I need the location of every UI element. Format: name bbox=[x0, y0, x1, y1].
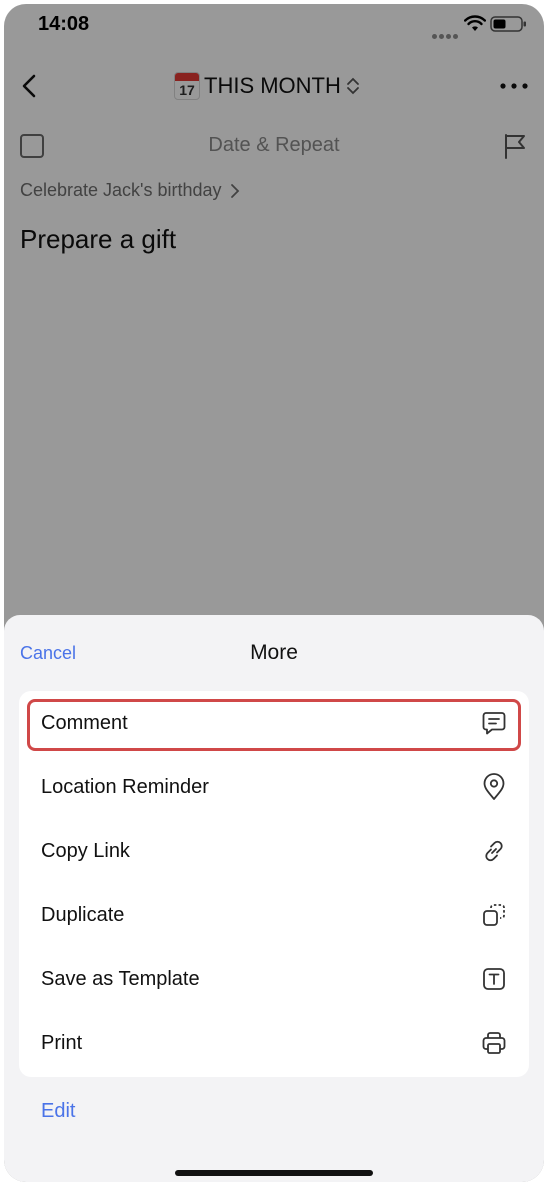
location-pin-icon bbox=[479, 772, 509, 802]
menu-item-copy-link[interactable]: Copy Link bbox=[19, 819, 529, 883]
menu-item-print[interactable]: Print bbox=[19, 1011, 529, 1075]
link-icon bbox=[479, 836, 509, 866]
menu-card: Comment Location Reminder Copy Link Dupl… bbox=[19, 691, 529, 1077]
menu-item-label: Comment bbox=[41, 711, 128, 734]
more-action-sheet: Cancel More Comment Location Reminder Co… bbox=[4, 615, 544, 1182]
sheet-title: More bbox=[250, 641, 298, 664]
menu-item-comment[interactable]: Comment bbox=[19, 691, 529, 755]
sheet-header: Cancel More bbox=[4, 615, 544, 691]
menu-item-location-reminder[interactable]: Location Reminder bbox=[19, 755, 529, 819]
menu-item-label: Location Reminder bbox=[41, 775, 209, 798]
printer-icon bbox=[479, 1028, 509, 1058]
comment-icon bbox=[479, 708, 509, 738]
menu-item-label: Print bbox=[41, 1031, 83, 1054]
menu-item-duplicate[interactable]: Duplicate bbox=[19, 883, 529, 947]
duplicate-icon bbox=[479, 900, 509, 930]
edit-button[interactable]: Edit bbox=[41, 1100, 75, 1123]
phone-frame: 14:08 17 THIS MONTH Date & Repeat Celebr… bbox=[4, 4, 544, 1182]
template-icon bbox=[479, 964, 509, 994]
menu-item-save-as-template[interactable]: Save as Template bbox=[19, 947, 529, 1011]
menu-item-label: Copy Link bbox=[41, 839, 130, 862]
home-indicator bbox=[175, 1170, 373, 1176]
menu-item-label: Save as Template bbox=[41, 967, 200, 990]
menu-item-label: Duplicate bbox=[41, 903, 125, 926]
